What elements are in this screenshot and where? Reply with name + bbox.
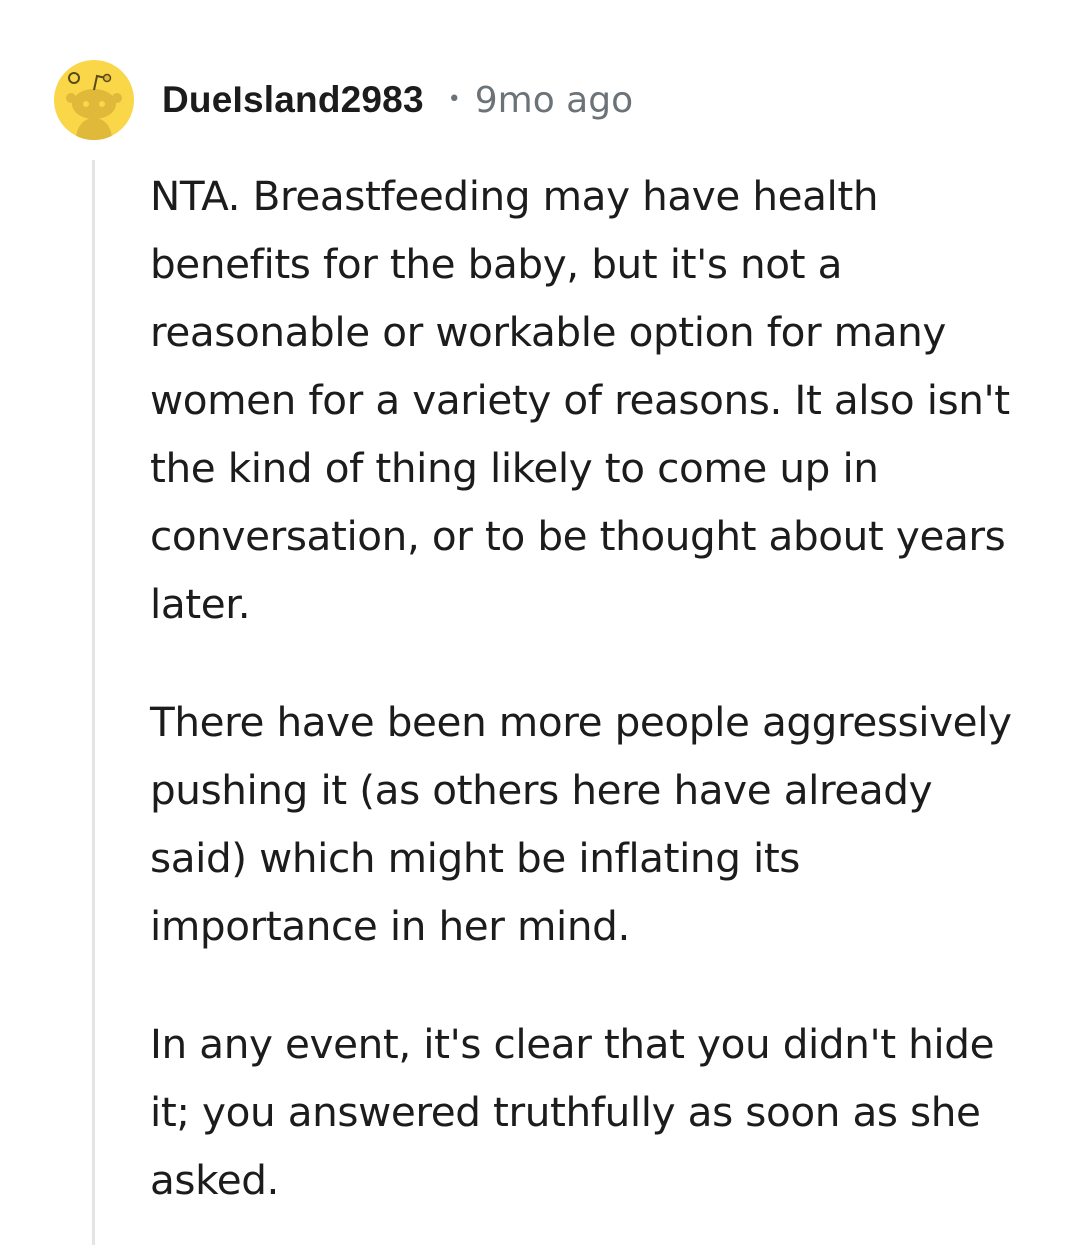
- comment-paragraph: There have been more people aggressively…: [150, 698, 1012, 950]
- reddit-snoo-avatar-icon: [66, 72, 122, 140]
- comment-paragraph: In any event, it's clear that you didn't…: [150, 1020, 995, 1204]
- comment-paragraph: NTA. Breastfeeding may have health benef…: [150, 172, 1010, 628]
- author-username[interactable]: DueIsland2983: [162, 79, 424, 121]
- separator-dot: •: [447, 87, 461, 112]
- avatar[interactable]: [54, 60, 134, 140]
- comment-timestamp: 9mo ago: [474, 79, 634, 121]
- comment: DueIsland2983 • 9mo ago NTA. Breastfeedi…: [0, 0, 1080, 1245]
- comment-header: DueIsland2983 • 9mo ago: [54, 60, 633, 140]
- comment-body: NTA. Breastfeeding may have health benef…: [150, 162, 1030, 1214]
- thread-line[interactable]: [92, 160, 95, 1245]
